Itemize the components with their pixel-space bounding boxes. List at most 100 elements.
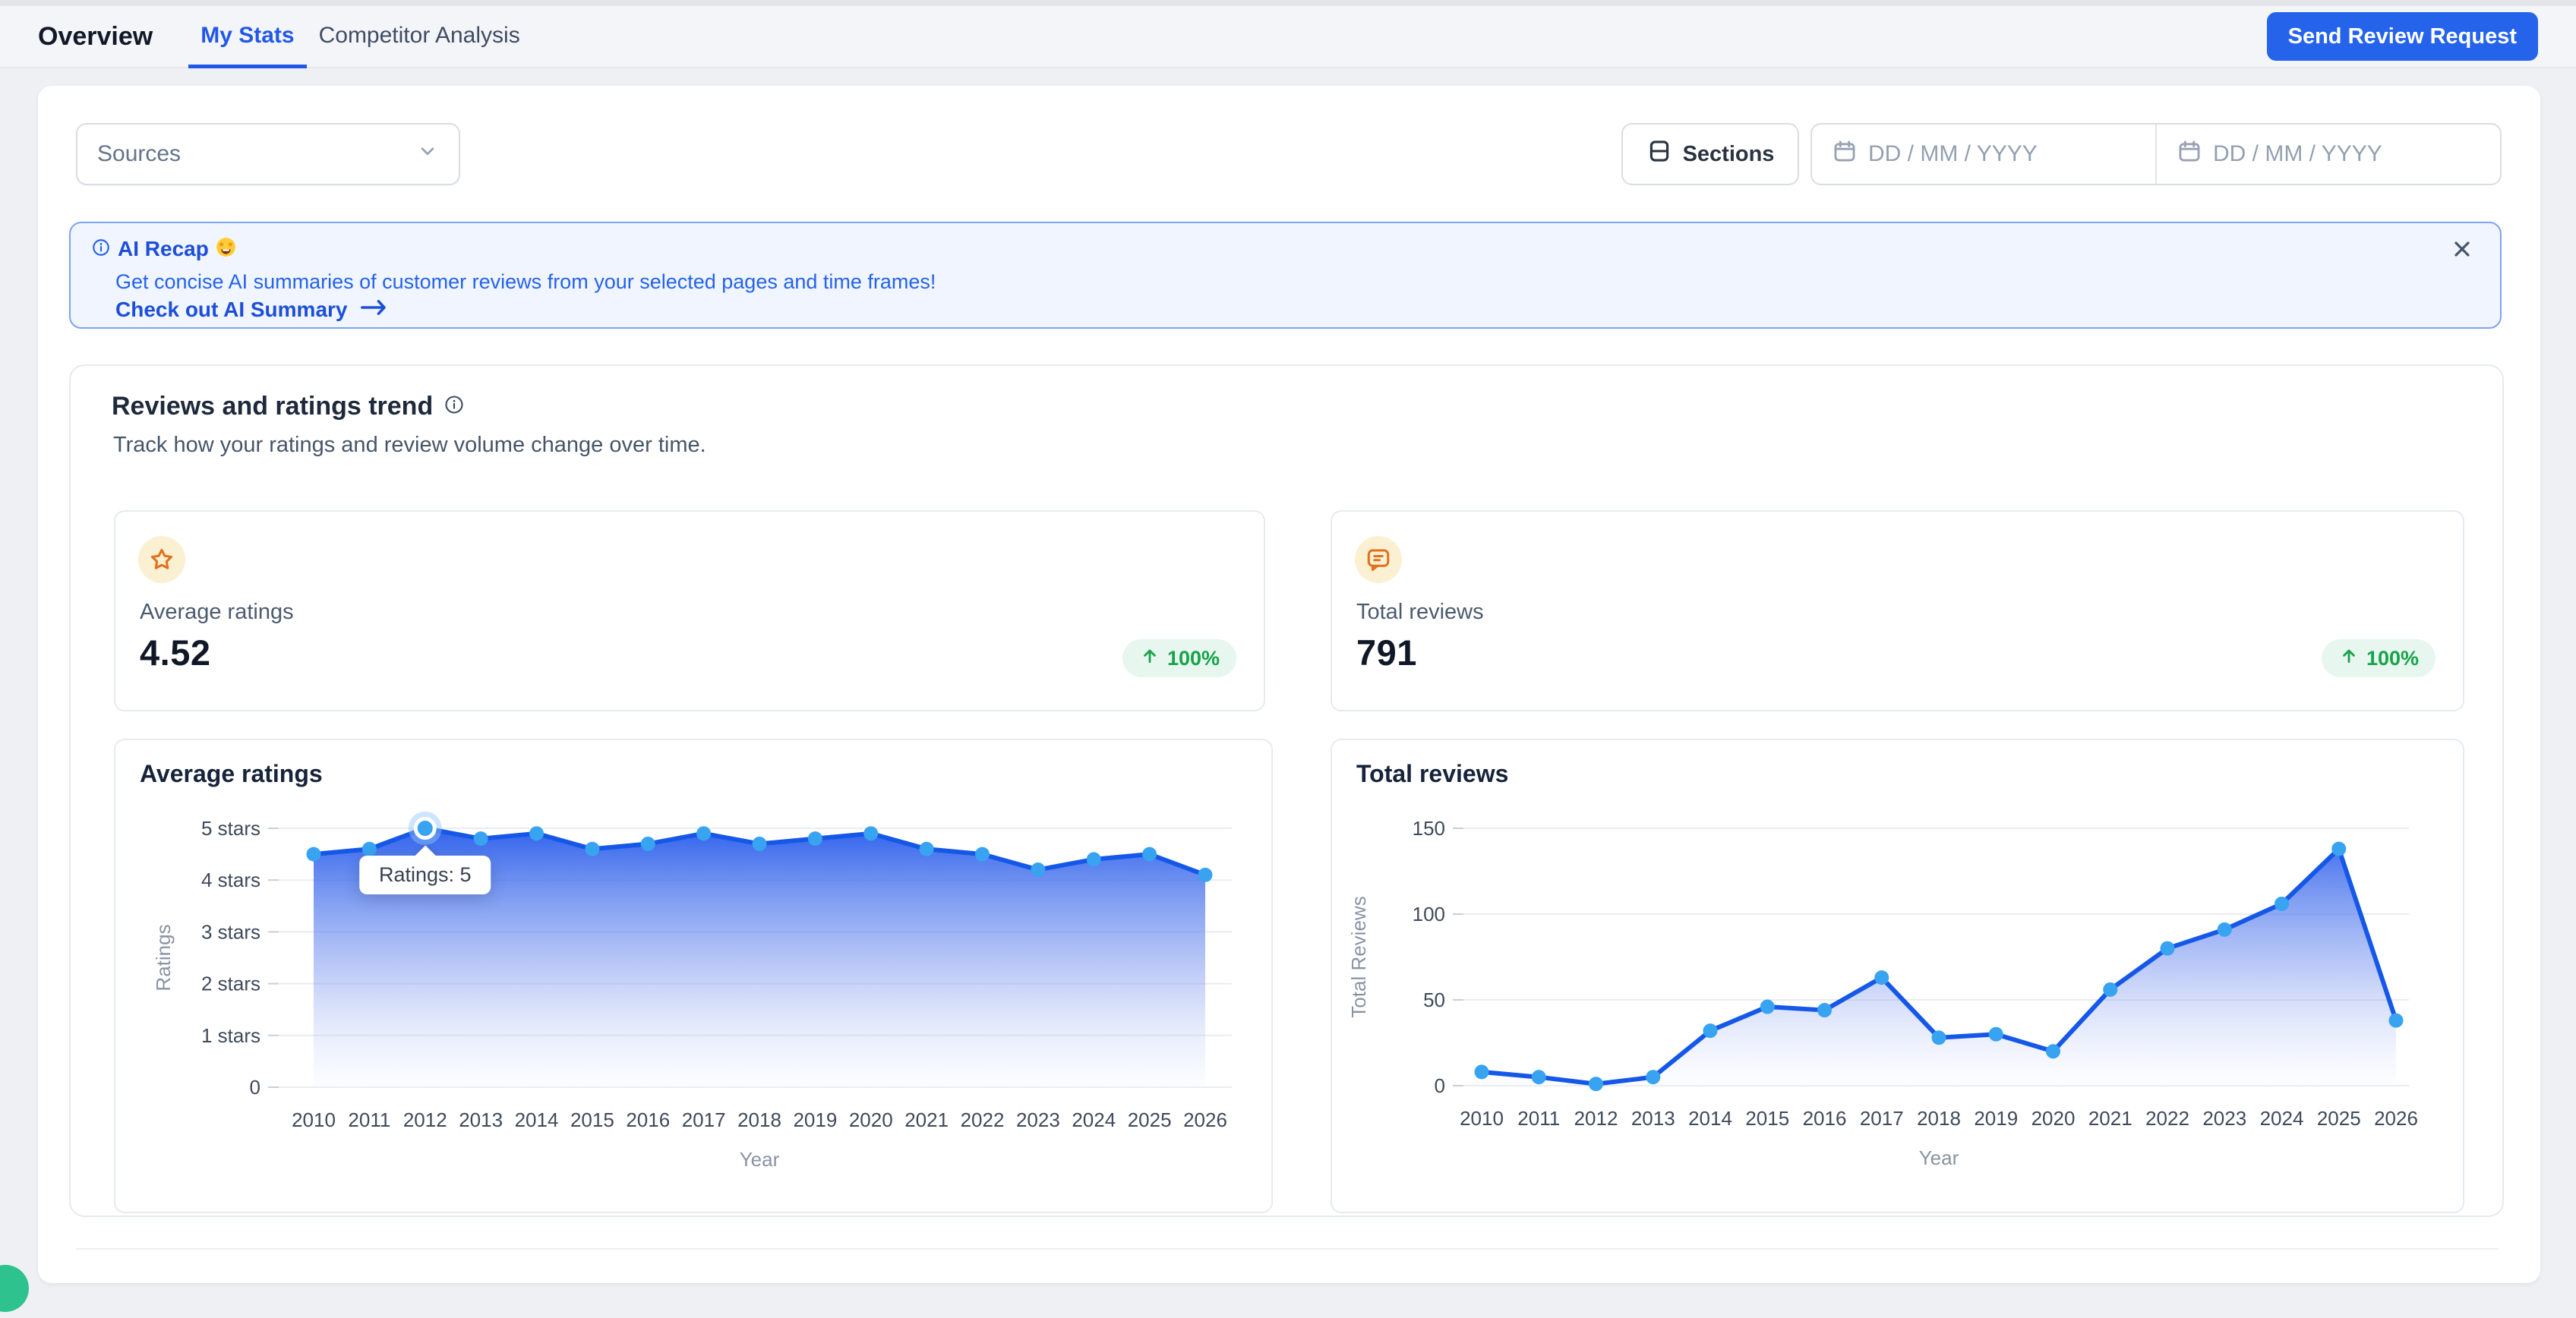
banner-close-button[interactable] [2445, 234, 2479, 267]
average-ratings-chart[interactable]: 01 stars2 stars3 stars4 stars5 stars2010… [115, 793, 1274, 1203]
chart-card-average-ratings: Average ratings 01 stars2 stars3 stars4 … [114, 739, 1273, 1213]
ai-summary-link-label: Check out AI Summary [115, 298, 347, 322]
chart-card-total-reviews: Total reviews 05010015020102011201220132… [1331, 739, 2464, 1213]
svg-text:2014: 2014 [515, 1108, 559, 1131]
stat-card-total-reviews: Total reviews 791 100% [1331, 510, 2464, 711]
svg-text:2013: 2013 [459, 1108, 503, 1131]
date-range-picker: DD / MM / YYYY DD / MM / YYYY [1810, 123, 2502, 185]
section-title: Reviews and ratings trend [112, 392, 433, 421]
svg-text:2 stars: 2 stars [201, 973, 260, 995]
total-reviews-chart[interactable]: 0501001502010201120122013201420152016201… [1332, 793, 2466, 1203]
ai-recap-description: Get concise AI summaries of customer rev… [115, 270, 936, 294]
chart-title: Average ratings [140, 760, 323, 788]
svg-text:Year: Year [1919, 1146, 1959, 1169]
page-title: Overview [38, 22, 153, 52]
svg-text:1 stars: 1 stars [201, 1024, 260, 1047]
ai-recap-title: AI Recap [118, 237, 209, 261]
svg-text:2020: 2020 [2031, 1107, 2076, 1130]
svg-text:2010: 2010 [1460, 1107, 1504, 1130]
page: Overview My Stats Competitor Analysis Se… [0, 0, 2576, 1318]
next-section-divider [76, 1248, 2499, 1250]
sources-select[interactable]: Sources [76, 123, 460, 185]
svg-text:2021: 2021 [2088, 1107, 2132, 1130]
svg-text:2021: 2021 [904, 1108, 949, 1131]
sources-select-placeholder: Sources [97, 141, 181, 167]
star-icon [138, 536, 185, 583]
svg-text:2023: 2023 [2202, 1107, 2246, 1130]
window-top-strip [0, 0, 2576, 6]
svg-text:2017: 2017 [1860, 1107, 1904, 1130]
stat-value: 791 [1356, 632, 1417, 673]
svg-text:2018: 2018 [1917, 1107, 1961, 1130]
info-icon[interactable] [444, 394, 465, 419]
date-start-input[interactable]: DD / MM / YYYY [1812, 125, 2155, 184]
date-start-placeholder: DD / MM / YYYY [1868, 141, 2038, 167]
svg-text:2015: 2015 [570, 1108, 614, 1131]
svg-text:5 stars: 5 stars [201, 817, 260, 840]
svg-text:2012: 2012 [403, 1108, 447, 1131]
svg-text:2025: 2025 [2317, 1107, 2361, 1130]
svg-text:2019: 2019 [793, 1108, 837, 1131]
up-arrow-icon [2338, 645, 2360, 672]
svg-text:Year: Year [740, 1148, 780, 1171]
svg-text:2012: 2012 [1574, 1107, 1618, 1130]
info-icon [91, 238, 111, 261]
up-arrow-icon [1139, 645, 1160, 672]
trend-section-card: Reviews and ratings trend Track how your… [69, 364, 2504, 1217]
svg-text:2015: 2015 [1745, 1107, 1789, 1130]
trend-badge: 100% [1122, 639, 1236, 677]
send-review-request-button[interactable]: Send Review Request [2267, 12, 2538, 61]
svg-text:2026: 2026 [2374, 1107, 2418, 1130]
stat-label: Total reviews [1356, 600, 1484, 625]
svg-text:2024: 2024 [1072, 1108, 1116, 1131]
ai-recap-banner: AI Recap Get concise AI summaries of cus… [69, 222, 2502, 329]
svg-text:2011: 2011 [1517, 1107, 1560, 1130]
chart-tooltip: Ratings: 5 [359, 856, 491, 894]
badge-value: 100% [2366, 647, 2419, 670]
calendar-icon [1832, 138, 1858, 170]
svg-text:Ratings: Ratings [152, 924, 175, 991]
svg-text:2010: 2010 [292, 1108, 336, 1131]
ai-summary-link[interactable]: Check out AI Summary [115, 297, 388, 322]
svg-text:2016: 2016 [1803, 1107, 1847, 1130]
stat-value: 4.52 [140, 632, 210, 673]
svg-text:4 stars: 4 stars [201, 869, 260, 891]
section-subtitle: Track how your ratings and review volume… [113, 433, 706, 458]
chart-title: Total reviews [1356, 760, 1508, 788]
calendar-icon [2177, 138, 2202, 170]
svg-text:2024: 2024 [2260, 1107, 2304, 1130]
svg-text:2018: 2018 [737, 1108, 781, 1131]
sections-button-label: Sections [1683, 142, 1775, 167]
sections-button[interactable]: Sections [1621, 123, 1799, 185]
ai-recap-title-row: AI Recap [91, 237, 236, 261]
svg-text:2025: 2025 [1128, 1108, 1172, 1131]
svg-text:100: 100 [1413, 903, 1445, 925]
svg-text:2026: 2026 [1183, 1108, 1227, 1131]
section-title-row: Reviews and ratings trend [112, 392, 465, 421]
top-nav-bar: Overview My Stats Competitor Analysis Se… [0, 6, 2576, 68]
sections-icon [1646, 138, 1672, 170]
svg-text:0: 0 [250, 1076, 260, 1099]
svg-text:2014: 2014 [1688, 1107, 1732, 1130]
svg-text:2013: 2013 [1631, 1107, 1675, 1130]
badge-value: 100% [1167, 647, 1220, 670]
chat-widget-button[interactable] [0, 1265, 29, 1312]
svg-text:2022: 2022 [961, 1108, 1005, 1131]
main-container: Sources Sections DD / MM / YYYY [38, 86, 2540, 1283]
stat-card-average-ratings: Average ratings 4.52 100% [114, 510, 1265, 711]
tab-competitor-analysis-label: Competitor Analysis [319, 23, 520, 49]
chat-icon [1355, 536, 1402, 583]
date-end-input[interactable]: DD / MM / YYYY [2157, 125, 2500, 184]
svg-text:2022: 2022 [2145, 1107, 2189, 1130]
svg-text:2016: 2016 [626, 1108, 670, 1131]
chevron-down-icon [416, 140, 439, 169]
tab-competitor-analysis[interactable]: Competitor Analysis [307, 6, 532, 68]
svg-text:50: 50 [1423, 988, 1445, 1011]
date-end-placeholder: DD / MM / YYYY [2213, 141, 2382, 167]
star-struck-emoji-icon [216, 237, 236, 261]
close-icon [2450, 237, 2474, 265]
tab-my-stats[interactable]: My Stats [188, 6, 306, 68]
svg-text:2011: 2011 [348, 1108, 390, 1131]
svg-text:Total Reviews: Total Reviews [1347, 896, 1370, 1017]
svg-text:0: 0 [1435, 1074, 1445, 1097]
